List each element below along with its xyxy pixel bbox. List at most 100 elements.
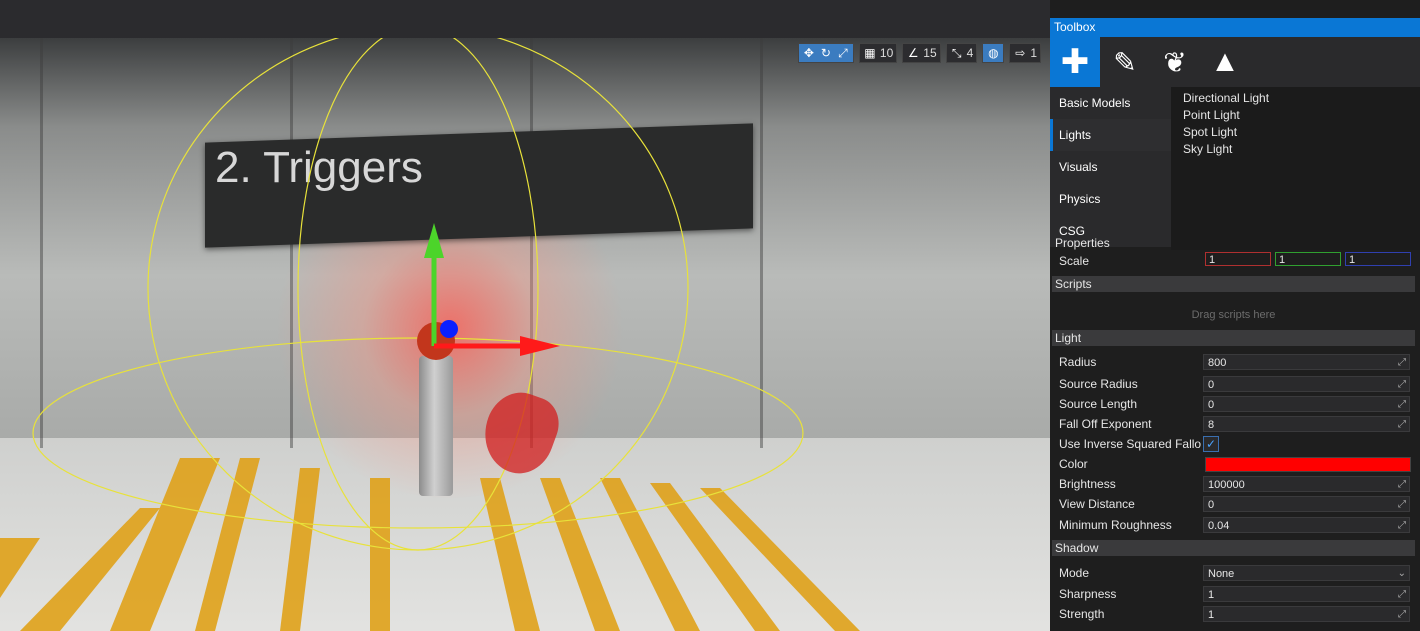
item-spot-light[interactable]: Spot Light xyxy=(1171,124,1420,141)
expand-icon[interactable]: ⤢ xyxy=(1398,587,1406,603)
expand-icon[interactable]: ⤢ xyxy=(1398,355,1406,371)
min-roughness-value: 0.04 xyxy=(1208,520,1230,532)
transform-gizmo[interactable] xyxy=(0,38,1050,631)
category-physics[interactable]: Physics xyxy=(1050,183,1171,215)
property-row: Strength 1 ⤢ xyxy=(1050,604,1415,624)
item-sky-light[interactable]: Sky Light xyxy=(1171,141,1420,158)
gizmo-z-handle xyxy=(440,320,458,338)
property-row: Source Length 0 ⤢ xyxy=(1050,394,1415,414)
scale-z-input[interactable]: 1 xyxy=(1345,252,1411,266)
sharpness-value: 1 xyxy=(1208,589,1215,601)
color-label: Color xyxy=(1059,457,1088,471)
grid-snap-value: 10 xyxy=(879,46,894,60)
property-row: Radius 800 ⤢ xyxy=(1050,352,1415,372)
property-row: Fall Off Exponent 8 ⤢ xyxy=(1050,414,1415,434)
toolbox-title: Toolbox xyxy=(1050,18,1420,37)
leaf-icon: ❦ xyxy=(1163,46,1187,78)
view-distance-value: 0 xyxy=(1208,499,1215,511)
camera-speed-button[interactable]: ⇨ 1 xyxy=(1009,43,1041,63)
brightness-value: 100000 xyxy=(1208,479,1245,491)
strength-input[interactable]: 1 ⤢ xyxy=(1203,606,1410,622)
paint-tab[interactable]: ✎ xyxy=(1100,37,1150,87)
shadow-mode-label: Mode xyxy=(1059,566,1090,580)
expand-icon[interactable]: ⤢ xyxy=(1398,497,1406,513)
expand-icon[interactable]: ⤢ xyxy=(1398,377,1406,393)
chevron-down-icon: ⌄ xyxy=(1397,568,1406,579)
shadow-section-header[interactable]: Shadow xyxy=(1052,540,1415,556)
brightness-input[interactable]: 100000 ⤢ xyxy=(1203,476,1410,492)
inverse-squared-checkbox[interactable]: ✓ xyxy=(1203,436,1219,452)
item-directional-light[interactable]: Directional Light xyxy=(1171,90,1420,107)
grid-snap-button[interactable]: ▦ 10 xyxy=(858,43,898,63)
light-section-header[interactable]: Light xyxy=(1052,330,1415,346)
rotate-snap-value: 15 xyxy=(923,46,937,60)
falloff-exponent-label: Fall Off Exponent xyxy=(1059,417,1152,431)
property-row: Brightness 100000 ⤢ xyxy=(1050,474,1415,494)
scale-x-input[interactable]: 1 xyxy=(1205,252,1271,266)
globe-icon: ◍ xyxy=(988,46,999,60)
expand-icon[interactable]: ⤢ xyxy=(1398,417,1406,433)
expand-icon[interactable]: ⤢ xyxy=(1398,477,1406,493)
category-basic-models[interactable]: Basic Models xyxy=(1050,87,1171,119)
radius-label: Radius xyxy=(1059,355,1097,369)
rotate-icon[interactable]: ↻ xyxy=(819,46,833,60)
add-tab[interactable]: ✚ xyxy=(1050,37,1100,87)
item-point-light[interactable]: Point Light xyxy=(1171,107,1420,124)
gizmo-y-arrow xyxy=(424,223,444,258)
strength-label: Strength xyxy=(1059,607,1105,621)
scale-snap-value: 4 xyxy=(966,46,974,60)
shadow-mode-select[interactable]: None ⌄ xyxy=(1203,565,1410,581)
strength-value: 1 xyxy=(1208,609,1215,621)
inverse-squared-label: Use Inverse Squared Falloff xyxy=(1059,437,1201,451)
scripts-section-header[interactable]: Scripts xyxy=(1052,276,1415,292)
scene-viewport[interactable]: 2. Triggers ✥ ↻ ⤢ ▦ 10 ∠ 15 ⤡ 4 ◍ ⇨ 1 xyxy=(0,38,1050,631)
expand-icon[interactable]: ⤢ xyxy=(1398,397,1406,413)
scale-icon[interactable]: ⤢ xyxy=(836,46,850,60)
properties-title: Properties xyxy=(1055,236,1110,250)
radius-input[interactable]: 800 ⤢ xyxy=(1203,354,1410,370)
toolbox-tabs: ✚ ✎ ❦ ▲ xyxy=(1050,37,1420,87)
property-row: Color xyxy=(1050,454,1415,474)
grid-icon: ▦ xyxy=(864,46,876,60)
falloff-exponent-value: 8 xyxy=(1208,419,1215,431)
gizmo-x-arrow xyxy=(520,336,560,356)
property-row: Minimum Roughness 0.04 ⤢ xyxy=(1050,515,1415,535)
source-radius-input[interactable]: 0 ⤢ xyxy=(1203,376,1410,392)
viewport-toolbar: ✥ ↻ ⤢ ▦ 10 ∠ 15 ⤡ 4 ◍ ⇨ 1 xyxy=(797,43,1041,63)
expand-icon[interactable]: ⤢ xyxy=(1398,518,1406,534)
source-length-input[interactable]: 0 ⤢ xyxy=(1203,396,1410,412)
plus-icon: ✚ xyxy=(1060,43,1090,81)
scripts-drop-area[interactable]: Drag scripts here xyxy=(1052,300,1415,330)
color-picker[interactable] xyxy=(1205,457,1411,472)
sharpness-label: Sharpness xyxy=(1059,587,1117,601)
scale-snap-icon: ⤡ xyxy=(951,46,962,60)
scale-snap-button[interactable]: ⤡ 4 xyxy=(945,43,978,63)
falloff-exponent-input[interactable]: 8 ⤢ xyxy=(1203,416,1410,432)
category-visuals[interactable]: Visuals xyxy=(1050,151,1171,183)
world-space-toggle[interactable]: ◍ xyxy=(982,43,1005,63)
source-radius-label: Source Radius xyxy=(1059,377,1138,391)
min-roughness-label: Minimum Roughness xyxy=(1059,518,1172,532)
view-distance-input[interactable]: 0 ⤢ xyxy=(1203,496,1410,512)
source-length-label: Source Length xyxy=(1059,397,1138,411)
angle-icon: ∠ xyxy=(907,46,919,60)
category-lights[interactable]: Lights xyxy=(1050,119,1171,151)
transform-mode-group[interactable]: ✥ ↻ ⤢ xyxy=(797,43,854,63)
shadow-mode-value: None xyxy=(1208,568,1235,580)
brush-icon: ✎ xyxy=(1113,46,1137,78)
expand-icon[interactable]: ⤢ xyxy=(1398,607,1406,623)
property-row: Mode None ⌄ xyxy=(1050,563,1415,583)
move-icon[interactable]: ✥ xyxy=(802,46,816,60)
rotate-snap-button[interactable]: ∠ 15 xyxy=(902,43,941,63)
source-length-value: 0 xyxy=(1208,399,1215,411)
scale-y-input[interactable]: 1 xyxy=(1275,252,1341,266)
min-roughness-input[interactable]: 0.04 ⤢ xyxy=(1203,517,1410,533)
property-row: View Distance 0 ⤢ xyxy=(1050,494,1415,514)
view-distance-label: View Distance xyxy=(1059,497,1135,511)
sharpness-input[interactable]: 1 ⤢ xyxy=(1203,586,1410,602)
scale-label: Scale xyxy=(1059,254,1090,268)
foliage-tab[interactable]: ❦ xyxy=(1150,37,1200,87)
camera-icon: ⇨ xyxy=(1015,46,1026,60)
terrain-tab[interactable]: ▲ xyxy=(1200,37,1250,87)
toolbox-panel: Toolbox ✚ ✎ ❦ ▲ Basic Models Lights Visu… xyxy=(1050,18,1420,631)
